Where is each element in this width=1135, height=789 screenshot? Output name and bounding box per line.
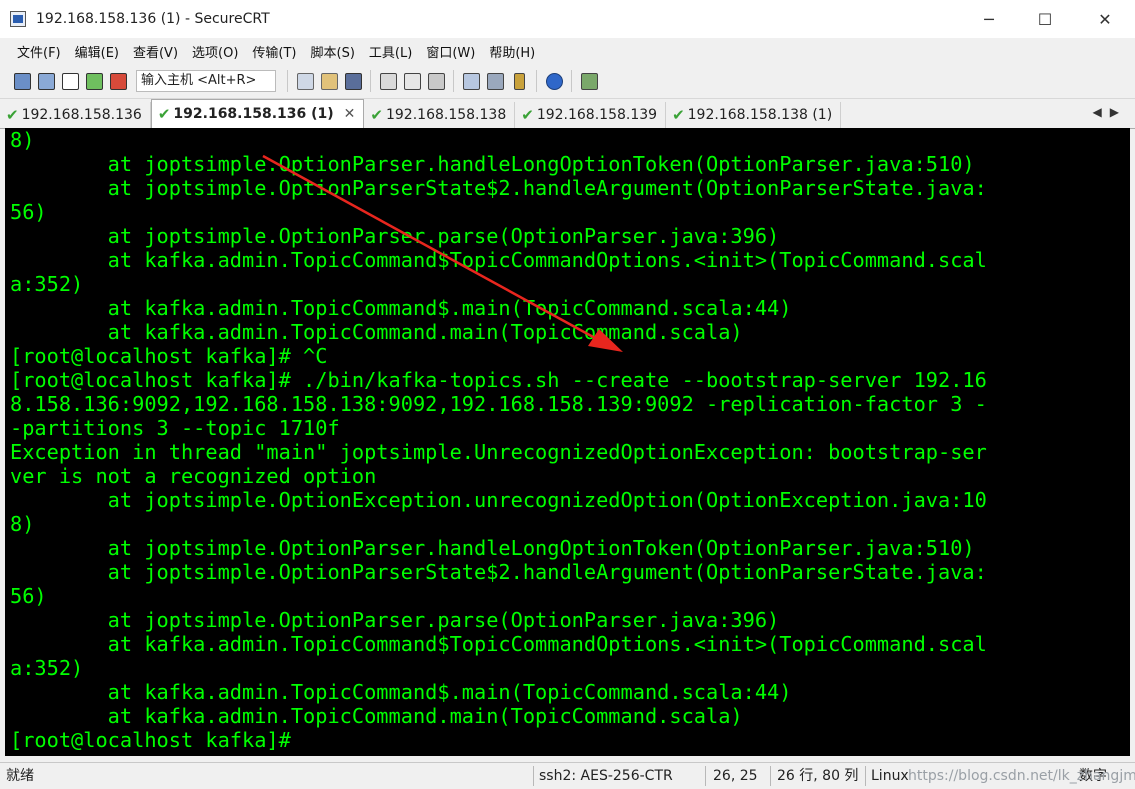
terminal-line: at kafka.admin.TopicCommand$.main(TopicC… [10, 296, 792, 320]
tab-label: 192.168.158.138 (1) [687, 107, 833, 123]
tab-prev-icon[interactable]: ◀ [1093, 105, 1110, 119]
terminal-line: at joptsimple.OptionParserState$2.handle… [10, 560, 987, 584]
tab-192-168-158-136-1[interactable]: ✔ 192.168.158.136 (1) ✕ [150, 99, 365, 128]
tab-label: 192.168.158.136 [21, 107, 142, 123]
toolbar: 输入主机 <Alt+R> [0, 64, 1135, 99]
copy-icon[interactable] [295, 71, 315, 91]
tab-192-168-158-138-1[interactable]: ✔ 192.168.158.138 (1) [666, 102, 842, 128]
menu-file[interactable]: 文件(F) [0, 42, 68, 61]
status-terminal-size: 26 行, 80 列 [777, 768, 859, 784]
toolbar-separator [536, 70, 537, 92]
terminal-line: -partitions 3 --topic 1710f [10, 416, 340, 440]
tab-192-168-158-136[interactable]: ✔ 192.168.158.136 [0, 102, 151, 128]
toolbar-separator [370, 70, 371, 92]
terminal-line: Exception in thread "main" joptsimple.Un… [10, 440, 987, 464]
status-separator [865, 766, 866, 786]
terminal-line: at kafka.admin.TopicCommand$TopicCommand… [10, 632, 987, 656]
close-button[interactable]: ✕ [1082, 0, 1128, 38]
menu-tools[interactable]: 工具(L) [362, 42, 419, 61]
quick-connect-icon[interactable] [36, 71, 56, 91]
terminal-line: 8.158.136:9092,192.168.158.138:9092,192.… [10, 392, 987, 416]
toolbar-separator [571, 70, 572, 92]
tab-next-icon[interactable]: ▶ [1110, 105, 1127, 119]
terminal-line: at joptsimple.OptionParser.handleLongOpt… [10, 536, 975, 560]
tab-close-icon[interactable]: ✕ [344, 106, 356, 122]
menu-script[interactable]: 脚本(S) [304, 42, 362, 61]
menu-bar: 文件(F) 编辑(E) 查看(V) 选项(O) 传输(T) 脚本(S) 工具(L… [0, 38, 1135, 64]
terminal-line: a:352) [10, 656, 84, 680]
connected-check-icon: ✔ [370, 106, 383, 124]
connected-check-icon: ✔ [521, 106, 534, 124]
maximize-button[interactable]: ☐ [1022, 0, 1068, 38]
tab-192-168-158-139[interactable]: ✔ 192.168.158.139 [515, 102, 667, 128]
disconnect-icon[interactable] [108, 71, 128, 91]
help-icon[interactable] [544, 71, 564, 91]
terminal-line: at joptsimple.OptionParser.parse(OptionP… [10, 224, 780, 248]
connected-check-icon: ✔ [6, 106, 19, 124]
terminal-line: at joptsimple.OptionParser.parse(OptionP… [10, 608, 780, 632]
terminal-line: [root@localhost kafka]# [10, 728, 291, 752]
terminal-screen[interactable]: 8) at joptsimple.OptionParser.handleLong… [5, 128, 1130, 756]
status-os: Linux [871, 768, 909, 784]
tab-scroll-arrows: ◀▶ [1093, 105, 1127, 119]
status-separator [770, 766, 771, 786]
menu-edit[interactable]: 编辑(E) [68, 42, 126, 61]
terminal-line: [root@localhost kafka]# ./bin/kafka-topi… [10, 368, 987, 392]
tab-label: 192.168.158.138 [385, 107, 507, 123]
connect-in-tab-icon[interactable] [60, 71, 80, 91]
terminal-line: at kafka.admin.TopicCommand.main(TopicCo… [10, 704, 743, 728]
print-icon[interactable] [378, 71, 398, 91]
connect-icon[interactable] [12, 71, 32, 91]
terminal-line: at kafka.admin.TopicCommand.main(TopicCo… [10, 320, 743, 344]
terminal-line: at joptsimple.OptionParser.handleLongOpt… [10, 152, 975, 176]
session-tabs: ✔ 192.168.158.136 ✔ 192.168.158.136 (1) … [0, 99, 1135, 129]
key-icon[interactable] [509, 71, 529, 91]
status-ready: 就绪 [6, 768, 34, 784]
menu-window[interactable]: 窗口(W) [419, 42, 482, 61]
terminal-line: ver is not a recognized option [10, 464, 377, 488]
terminal-line: 8) [10, 512, 35, 536]
terminal-line: [root@localhost kafka]# ^C [10, 344, 328, 368]
tab-label: 192.168.158.139 [536, 107, 658, 123]
menu-transfer[interactable]: 传输(T) [245, 42, 303, 61]
terminal-line: 8) [10, 128, 35, 152]
screenshot-icon[interactable] [579, 71, 599, 91]
minimize-button[interactable]: ─ [966, 0, 1012, 38]
connected-check-icon: ✔ [157, 105, 171, 123]
quick-connect-input[interactable]: 输入主机 <Alt+R> [136, 70, 276, 92]
toolbar-separator [287, 70, 288, 92]
menu-help[interactable]: 帮助(H) [482, 42, 542, 61]
title-bar: 192.168.158.136 (1) - SecureCRT ─ ☐ ✕ [0, 0, 1135, 38]
terminal-line: at joptsimple.OptionException.unrecogniz… [10, 488, 987, 512]
find-icon[interactable] [343, 71, 363, 91]
status-separator [533, 766, 534, 786]
tab-192-168-158-138[interactable]: ✔ 192.168.158.138 [364, 102, 516, 128]
terminal-line: 56) [10, 200, 47, 224]
print-selection-icon[interactable] [402, 71, 422, 91]
menu-view[interactable]: 查看(V) [126, 42, 185, 61]
menu-options[interactable]: 选项(O) [185, 42, 245, 61]
session-options-icon[interactable] [461, 71, 481, 91]
terminal-line: 56) [10, 584, 47, 608]
terminal-line: at kafka.admin.TopicCommand$TopicCommand… [10, 248, 987, 272]
securecrt-app-icon [10, 11, 26, 27]
printer-setup-icon[interactable] [426, 71, 446, 91]
status-separator [705, 766, 706, 786]
connected-check-icon: ✔ [672, 106, 685, 124]
toolbar-separator [453, 70, 454, 92]
terminal-line: at joptsimple.OptionParserState$2.handle… [10, 176, 987, 200]
status-protocol: ssh2: AES-256-CTR [539, 768, 673, 784]
reconnect-icon[interactable] [84, 71, 104, 91]
paste-icon[interactable] [319, 71, 339, 91]
terminal-line: a:352) [10, 272, 84, 296]
terminal-line: at kafka.admin.TopicCommand$.main(TopicC… [10, 680, 792, 704]
global-options-icon[interactable] [485, 71, 505, 91]
csdn-watermark: https://blog.csdn.net/lk_zhangjm [908, 768, 1135, 784]
window-title: 192.168.158.136 (1) - SecureCRT [36, 11, 270, 27]
tab-label: 192.168.158.136 (1) [173, 106, 334, 122]
status-bar: 就绪 ssh2: AES-256-CTR 26, 25 26 行, 80 列 L… [0, 762, 1135, 789]
status-cursor-position: 26, 25 [713, 768, 758, 784]
